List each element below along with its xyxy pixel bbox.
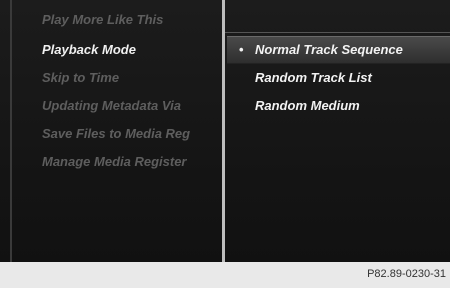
menu-item-skip-to-time[interactable]: Skip to Time [42, 70, 119, 86]
menu-item-manage-media-register[interactable]: Manage Media Register [42, 154, 187, 170]
selected-bullet-icon: • [239, 42, 244, 57]
figure-code: P82.89-0230-31 [367, 268, 446, 280]
option-random-medium[interactable]: Random Medium [255, 98, 360, 114]
option-random-track-list[interactable]: Random Track List [255, 70, 372, 86]
option-normal-track-sequence[interactable]: Normal Track Sequence [255, 42, 403, 58]
submenu-top-line [225, 32, 450, 33]
playback-mode-submenu: • Normal Track Sequence Random Track Lis… [225, 0, 450, 262]
menu-item-play-more-like-this[interactable]: Play More Like This [42, 12, 163, 28]
menu-item-playback-mode[interactable]: Playback Mode [42, 42, 136, 58]
media-screen: Play More Like This Playback Mode Skip t… [0, 0, 450, 262]
main-menu-panel: Play More Like This Playback Mode Skip t… [12, 0, 222, 262]
figure-footer: P82.89-0230-31 [0, 262, 450, 288]
menu-item-updating-metadata[interactable]: Updating Metadata Via [42, 98, 181, 114]
menu-item-save-files-to-media-register[interactable]: Save Files to Media Reg [42, 126, 190, 142]
